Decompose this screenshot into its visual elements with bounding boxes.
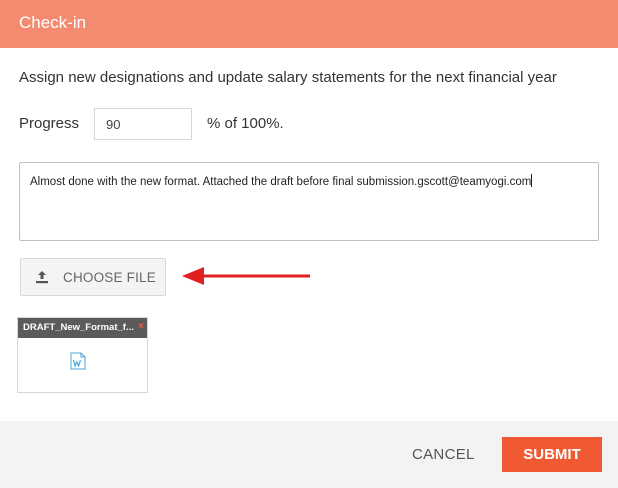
word-document-icon: [70, 352, 86, 370]
red-arrow-annotation: [182, 267, 310, 285]
comment-textarea[interactable]: Almost done with the new format. Attache…: [19, 162, 599, 241]
dialog-title: Check-in: [19, 13, 87, 32]
comment-text: Almost done with the new format. Attache…: [30, 176, 532, 188]
cancel-button[interactable]: CANCEL: [412, 446, 475, 463]
remove-attachment-icon[interactable]: ×: [138, 321, 144, 332]
choose-file-button[interactable]: CHOOSE FILE: [20, 258, 166, 296]
attachment-header: DRAFT_New_Format_f... ×: [18, 318, 147, 338]
progress-input[interactable]: [94, 108, 192, 140]
progress-suffix: % of 100%.: [207, 115, 284, 132]
progress-label: Progress: [19, 115, 80, 132]
choose-file-label: CHOOSE FILE: [63, 270, 156, 285]
dialog-header: Check-in: [0, 0, 618, 48]
attachment-file-name: DRAFT_New_Format_f...: [23, 322, 134, 333]
text-caret: [531, 174, 533, 187]
submit-button[interactable]: SUBMIT: [502, 437, 602, 472]
task-description: Assign new designations and update salar…: [19, 69, 557, 86]
upload-icon: [36, 271, 48, 284]
attachment-card[interactable]: DRAFT_New_Format_f... ×: [17, 317, 148, 393]
